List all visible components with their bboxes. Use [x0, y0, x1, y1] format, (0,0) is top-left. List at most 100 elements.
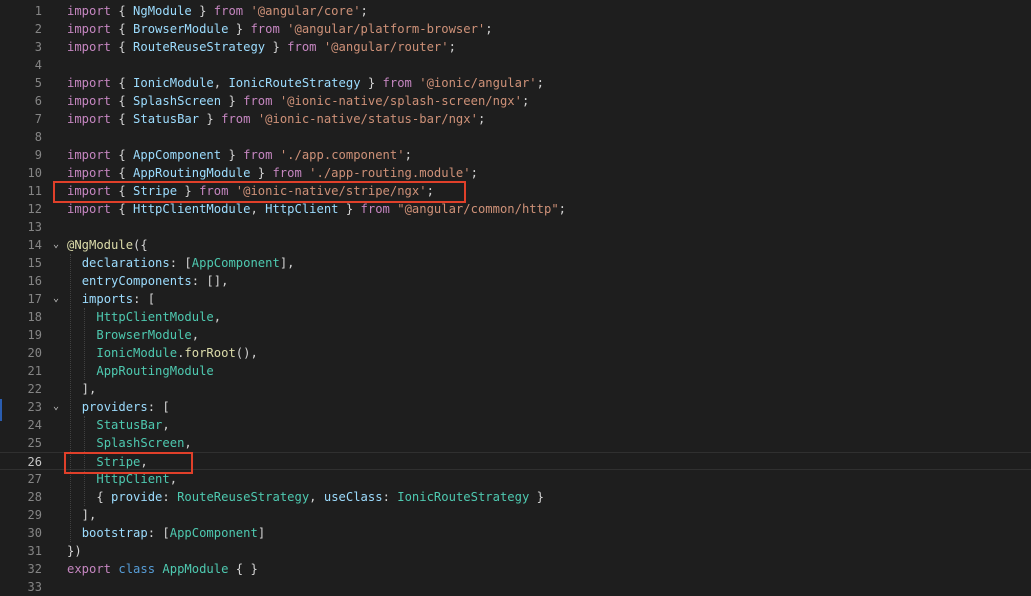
code-line[interactable]: 1 import { NgModule } from '@angular/core…	[0, 2, 1031, 20]
code-token: AppRoutingModule	[133, 166, 251, 180]
code-token: from	[382, 76, 412, 90]
line-number: 7	[34, 112, 42, 126]
code-token: bootstrap	[81, 526, 148, 540]
code-token: }	[529, 490, 545, 504]
code-token: }	[228, 22, 251, 36]
code-token: from	[243, 94, 273, 108]
code-line[interactable]: 5 import { IonicModule, IonicRouteStrateg…	[0, 74, 1031, 92]
code-line[interactable]: 28 { provide: RouteReuseStrategy, useCla…	[0, 488, 1031, 506]
code-token: : [	[133, 292, 156, 306]
code-line[interactable]: 16 entryComponents: [],	[0, 272, 1031, 290]
code-token: '@angular/core'	[250, 4, 361, 18]
code-token: StatusBar	[133, 112, 200, 126]
code-editor[interactable]: 1 import { NgModule } from '@angular/core…	[0, 0, 1031, 595]
code-token: ;	[521, 94, 530, 108]
code-token: AppRoutingModule	[96, 364, 214, 378]
code-token: import	[67, 94, 112, 108]
code-line[interactable]: 21 AppRoutingModule	[0, 362, 1031, 380]
code-token: }	[221, 94, 244, 108]
code-token: IonicModule	[133, 76, 214, 90]
code-token: ,	[309, 490, 324, 504]
code-line[interactable]: 8	[0, 128, 1031, 146]
code-line[interactable]: 18 HttpClientModule,	[0, 308, 1031, 326]
code-line[interactable]: 6 import { SplashScreen } from '@ionic-na…	[0, 92, 1031, 110]
code-token: ;	[558, 202, 567, 216]
line-code: import { RouteReuseStrategy } from '@ang…	[67, 38, 456, 56]
annotation-highlight-box	[53, 181, 466, 203]
code-token: SplashScreen	[133, 94, 222, 108]
code-line[interactable]: 15 declarations: [AppComponent],	[0, 254, 1031, 272]
line-number: 25	[27, 436, 42, 450]
code-line[interactable]: 24 StatusBar,	[0, 416, 1031, 434]
code-line[interactable]: 25 SplashScreen,	[0, 434, 1031, 452]
code-line[interactable]: 2 import { BrowserModule } from '@angular…	[0, 20, 1031, 38]
code-token: from	[287, 40, 317, 54]
code-line[interactable]: 3 import { RouteReuseStrategy } from '@an…	[0, 38, 1031, 56]
code-token: import	[67, 22, 112, 36]
code-token: }	[191, 4, 214, 18]
code-line[interactable]: 31})	[0, 542, 1031, 560]
code-line[interactable]: 13	[0, 218, 1031, 236]
code-token: ,	[191, 328, 200, 342]
line-code: HttpClientModule,	[67, 308, 221, 326]
line-number: 28	[27, 490, 42, 504]
code-token: : [],	[191, 274, 229, 288]
code-token: AppComponent	[191, 256, 280, 270]
code-token: from	[221, 112, 251, 126]
code-line[interactable]: 19 BrowserModule,	[0, 326, 1031, 344]
line-code: entryComponents: [],	[67, 272, 229, 290]
line-code: providers: [	[67, 398, 170, 416]
line-code: IonicModule.forRoot(),	[67, 344, 257, 362]
code-line[interactable]: 9 import { AppComponent } from './app.com…	[0, 146, 1031, 164]
code-line[interactable]: 22 ],	[0, 380, 1031, 398]
code-token: import	[67, 166, 112, 180]
line-number: 29	[27, 508, 42, 522]
line-number: 9	[34, 148, 42, 162]
chevron-down-icon[interactable]: ⌄	[50, 290, 62, 308]
chevron-down-icon[interactable]: ⌄	[50, 236, 62, 254]
code-token: from	[360, 202, 390, 216]
code-line[interactable]: 29 ],	[0, 506, 1031, 524]
line-number: 16	[27, 274, 42, 288]
code-token: ;	[536, 76, 544, 90]
line-number: 6	[34, 94, 42, 108]
code-token: HttpClientModule	[96, 310, 214, 324]
line-number: 22	[27, 382, 42, 396]
code-token: {	[111, 112, 134, 126]
line-number: 14	[27, 238, 42, 252]
code-line[interactable]: 14 ⌄ @NgModule({	[0, 236, 1031, 254]
code-line[interactable]: 17 ⌄ imports: [	[0, 290, 1031, 308]
line-number: 3	[34, 40, 42, 54]
code-line[interactable]: 23 ⌄ providers: [	[0, 398, 1031, 416]
line-code: SplashScreen,	[67, 434, 191, 452]
code-token: ,	[250, 202, 266, 216]
code-token: from	[272, 166, 302, 180]
indent-guide	[84, 308, 85, 380]
code-line[interactable]: 20 IonicModule.forRoot(),	[0, 344, 1031, 362]
code-line[interactable]: 33	[0, 578, 1031, 596]
code-line[interactable]: 7 import { StatusBar } from '@ionic-nativ…	[0, 110, 1031, 128]
line-code: import { BrowserModule } from '@angular/…	[67, 20, 493, 38]
code-token: ;	[477, 112, 486, 126]
code-token: : [	[147, 526, 170, 540]
code-line[interactable]: 10 import { AppRoutingModule } from './ap…	[0, 164, 1031, 182]
line-code: bootstrap: [AppComponent]	[67, 524, 265, 542]
code-token: :	[162, 490, 178, 504]
code-line[interactable]: 4	[0, 56, 1031, 74]
code-line[interactable]: 32 export class AppModule { }	[0, 560, 1031, 578]
chevron-down-icon[interactable]: ⌄	[50, 398, 62, 416]
line-number: 23	[27, 400, 42, 414]
code-token: {	[67, 490, 112, 504]
code-token: :	[382, 490, 398, 504]
code-token: ],	[67, 508, 97, 522]
code-token: from	[243, 148, 273, 162]
code-line[interactable]: 30 bootstrap: [AppComponent]	[0, 524, 1031, 542]
